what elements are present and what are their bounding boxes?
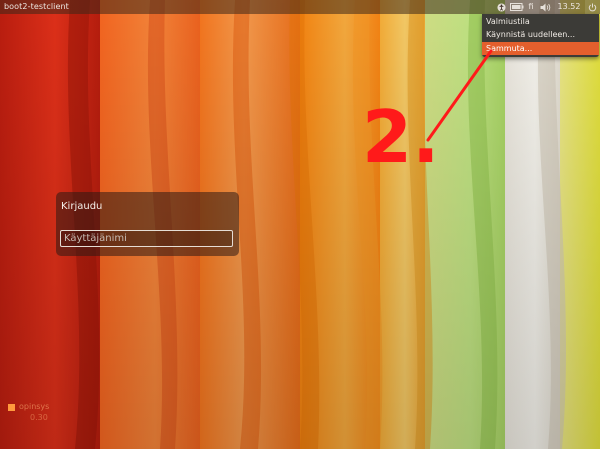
clock-label: 13.52 — [557, 2, 581, 11]
keyboard-layout-indicator[interactable]: fi — [525, 0, 537, 14]
power-icon[interactable] — [585, 0, 600, 14]
menu-item-restart[interactable]: Käynnistä uudelleen... — [482, 28, 599, 41]
top-panel: boot2-testclient fi 13.52 — [0, 0, 600, 14]
login-box: Kirjaudu — [56, 192, 239, 256]
menu-item-label: Käynnistä uudelleen... — [486, 30, 575, 39]
keyboard-icon: fi — [528, 2, 534, 11]
accessibility-icon[interactable] — [494, 0, 508, 14]
branding-sub: 0.30 — [30, 413, 48, 422]
logo-icon — [8, 404, 15, 411]
menu-item-shutdown[interactable]: Sammuta... — [482, 42, 599, 55]
menu-item-label: Valmiustila — [486, 17, 530, 26]
hostname-label: boot2-testclient — [4, 2, 69, 11]
menu-item-label: Sammuta... — [486, 44, 533, 53]
branding-logo: opinsys 0.30 — [8, 402, 68, 428]
clock[interactable]: 13.52 — [556, 0, 582, 14]
menu-item-suspend[interactable]: Valmiustila — [482, 15, 599, 28]
session-menu: Valmiustila Käynnistä uudelleen... Sammu… — [482, 14, 599, 57]
login-title: Kirjaudu — [61, 201, 103, 212]
username-input[interactable] — [60, 230, 233, 247]
branding-text: opinsys — [19, 402, 50, 411]
volume-icon[interactable] — [538, 0, 554, 14]
battery-icon[interactable] — [508, 0, 526, 14]
